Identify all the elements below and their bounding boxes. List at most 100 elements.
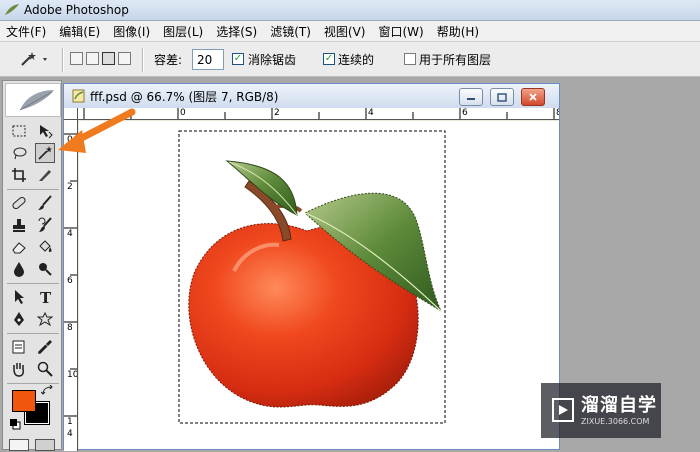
contiguous-checkbox[interactable]: ✓ — [323, 53, 335, 65]
svg-text:T: T — [40, 289, 52, 305]
document-canvas[interactable] — [79, 121, 559, 449]
magic-wand-icon[interactable] — [16, 49, 50, 69]
toolbox-separator — [7, 333, 59, 334]
ruler-label: 8 — [67, 323, 73, 333]
custom-shape-icon — [37, 311, 53, 327]
tolerance-label: 容差: — [154, 53, 183, 67]
ruler-label: 0 — [180, 108, 186, 118]
toolbox: T — [2, 80, 62, 451]
menu-bar: 文件(F) 编辑(E) 图像(I) 图层(L) 选择(S) 滤镜(T) 视图(V… — [0, 21, 700, 42]
lasso-icon — [13, 147, 27, 160]
dodge-tool[interactable] — [35, 259, 55, 279]
bandage-icon — [12, 196, 26, 210]
clone-stamp-tool[interactable] — [9, 215, 29, 235]
brush-tool[interactable] — [35, 193, 55, 213]
crop-tool[interactable] — [9, 165, 29, 185]
standard-mode-button[interactable] — [9, 439, 29, 451]
feather-icon — [19, 90, 54, 111]
hand-tool[interactable] — [9, 359, 29, 379]
tolerance-input[interactable] — [192, 49, 224, 70]
brush-icon — [38, 195, 52, 210]
magic-wand-tool[interactable] — [35, 143, 55, 163]
apple-image — [178, 130, 446, 424]
antialias-checkbox[interactable]: ✓ — [232, 53, 244, 65]
app-title: Adobe Photoshop — [24, 3, 129, 17]
hand-icon — [13, 363, 24, 377]
paint-bucket-icon — [39, 240, 52, 252]
ruler-label: 8 — [556, 109, 559, 118]
document-titlebar[interactable]: fff.psd @ 66.7% (图层 7, RGB/8) — [64, 84, 559, 108]
menu-help[interactable]: 帮助(H) — [431, 23, 486, 40]
ruler-origin[interactable] — [64, 108, 78, 120]
eraser-icon — [12, 242, 26, 254]
ruler-label: 6 — [462, 108, 468, 118]
menu-image[interactable]: 图像(I) — [107, 23, 157, 40]
menu-filter[interactable]: 滤镜(T) — [264, 23, 318, 40]
menu-file[interactable]: 文件(F) — [0, 23, 53, 40]
close-button[interactable] — [521, 88, 545, 106]
magic-wand-icon — [38, 146, 52, 160]
blur-tool[interactable] — [9, 259, 29, 279]
menu-layer[interactable]: 图层(L) — [157, 23, 210, 40]
move-tool[interactable] — [35, 121, 55, 141]
ruler-label: 6 — [67, 276, 73, 286]
intersect-selection-button[interactable] — [118, 52, 131, 65]
app-titlebar: Adobe Photoshop — [0, 0, 700, 21]
all-layers-label: 用于所有图层 — [419, 53, 492, 67]
eraser-tool[interactable] — [9, 237, 29, 257]
antialias-label: 消除锯齿 — [248, 53, 297, 67]
zoom-tool[interactable] — [35, 359, 55, 379]
history-brush-tool[interactable] — [35, 215, 55, 235]
dodge-icon — [39, 263, 52, 276]
pen-tool[interactable] — [9, 309, 29, 329]
eyedropper-tool[interactable] — [35, 337, 55, 357]
paint-bucket-tool[interactable] — [35, 237, 55, 257]
healing-brush-tool[interactable] — [9, 193, 29, 213]
options-separator — [142, 48, 144, 72]
adobe-online-button[interactable] — [5, 83, 61, 117]
menu-window[interactable]: 窗口(W) — [372, 23, 430, 40]
lasso-tool[interactable] — [9, 143, 29, 163]
menu-view[interactable]: 视图(V) — [318, 23, 373, 40]
minimize-button[interactable] — [459, 88, 483, 106]
toolbox-separator — [7, 283, 59, 284]
custom-shape-tool[interactable] — [35, 309, 55, 329]
marquee-tool[interactable] — [9, 121, 29, 141]
horizontal-ruler[interactable]: 0 2 4 6 8 — [78, 108, 559, 120]
water-drop-icon — [14, 262, 24, 277]
slice-knife-icon — [39, 170, 51, 181]
ruler-label: 2 — [67, 182, 73, 192]
ruler-label: 1 — [67, 417, 73, 427]
toolbox-separator — [7, 189, 59, 190]
vertical-ruler[interactable]: 0 2 4 6 8 10 1 4 — [64, 120, 78, 451]
ruler-label: 4 — [67, 229, 73, 239]
ruler-label: 10 — [67, 370, 78, 380]
watermark: 溜溜自学 ZIXUE.3066.COM — [541, 383, 661, 438]
close-icon — [529, 93, 537, 101]
swap-colors-icon[interactable] — [41, 385, 55, 397]
path-arrow-icon — [15, 290, 24, 304]
rectangular-marquee-icon — [12, 125, 26, 137]
notes-tool[interactable] — [9, 337, 29, 357]
subtract-from-selection-button[interactable] — [102, 52, 115, 65]
menu-edit[interactable]: 编辑(E) — [53, 23, 107, 40]
document-window: fff.psd @ 66.7% (图层 7, RGB/8) 0 2 4 6 8 — [63, 83, 560, 451]
note-icon — [12, 340, 25, 354]
type-tool[interactable]: T — [35, 287, 55, 307]
eyedropper-icon — [38, 340, 52, 354]
ruler-label: 0 — [67, 135, 73, 145]
menu-select[interactable]: 选择(S) — [210, 23, 264, 40]
maximize-button[interactable] — [490, 88, 514, 106]
slice-tool[interactable] — [35, 165, 55, 185]
foreground-color-swatch[interactable] — [12, 390, 36, 412]
path-selection-tool[interactable] — [9, 287, 29, 307]
quick-mask-button[interactable] — [35, 439, 55, 451]
add-to-selection-button[interactable] — [86, 52, 99, 65]
photoshop-feather-icon — [5, 4, 19, 15]
new-selection-button[interactable] — [70, 52, 83, 65]
document-title: fff.psd @ 66.7% (图层 7, RGB/8) — [90, 89, 279, 104]
move-icon — [40, 125, 53, 139]
all-layers-checkbox[interactable] — [404, 53, 416, 65]
default-colors-icon[interactable] — [9, 418, 21, 430]
options-separator — [62, 48, 64, 72]
